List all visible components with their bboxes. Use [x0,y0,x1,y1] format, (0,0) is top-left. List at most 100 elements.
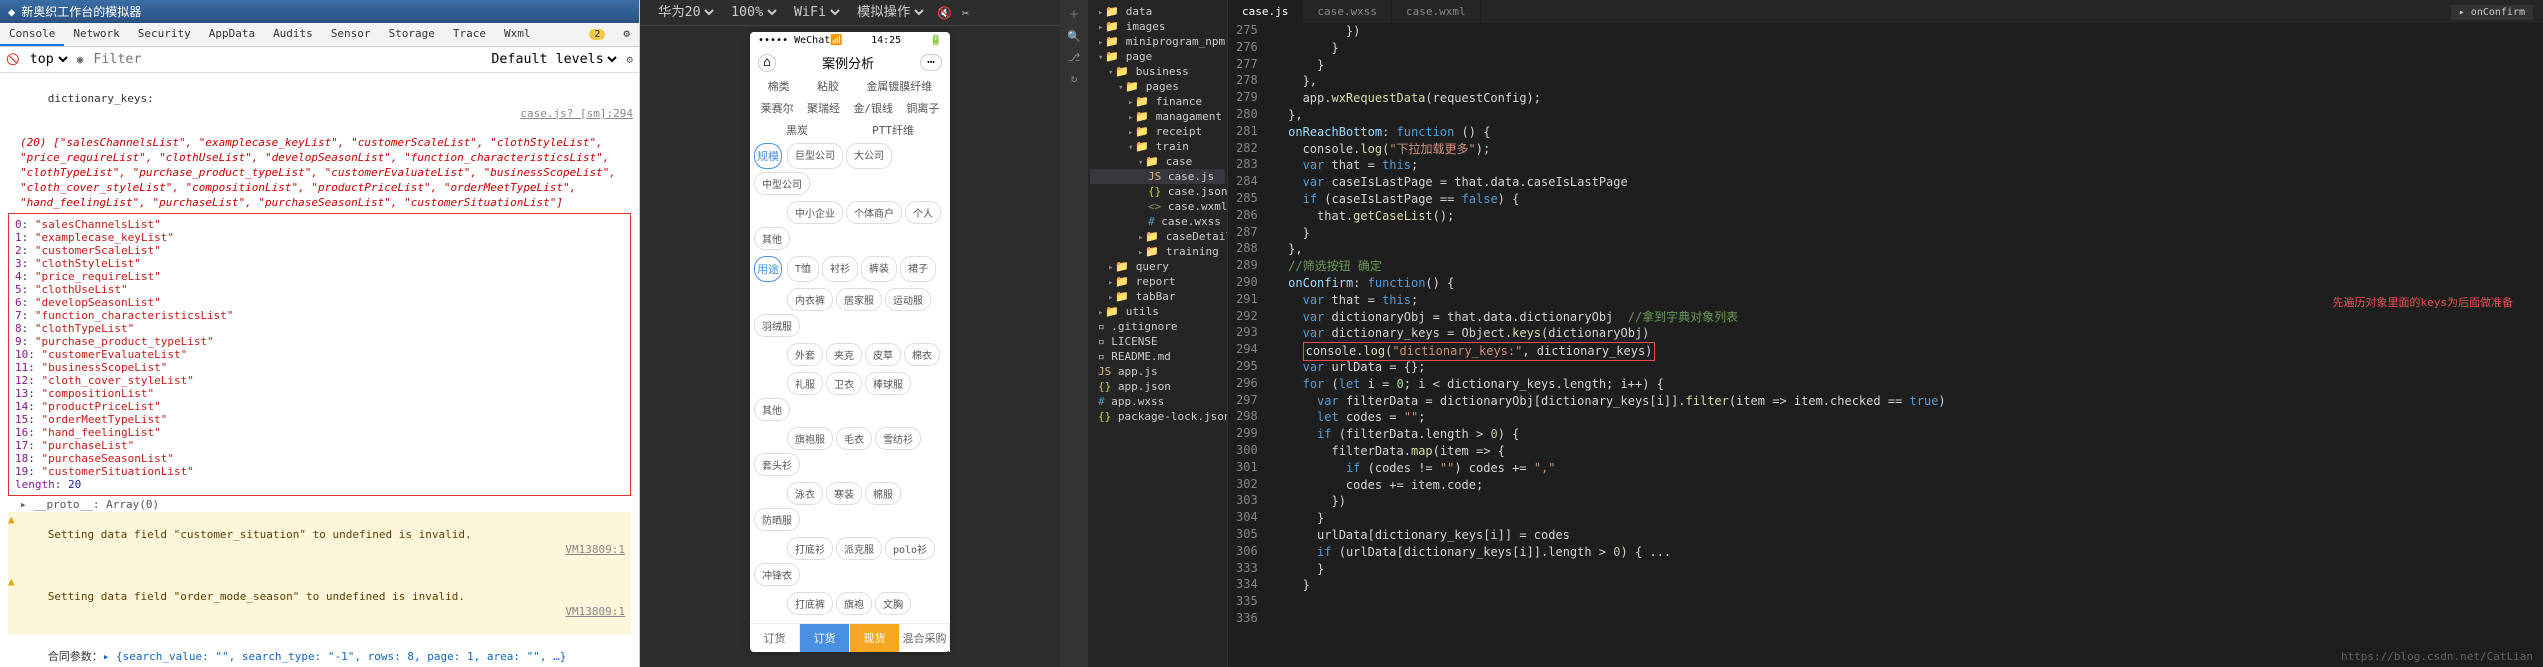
code-line[interactable]: codes += item.code; [1274,477,1946,494]
code-line[interactable]: for (let i = 0; i < dictionary_keys.leng… [1274,376,1946,393]
code-line[interactable]: var that = this; [1274,157,1946,174]
proto-line[interactable]: ▸ __proto__: Array(0) [8,498,631,513]
code-line[interactable]: } [1274,40,1946,57]
code-line[interactable]: onConfirm: function() { [1274,275,1946,292]
filter-pill[interactable]: 雪纺衫 [875,427,921,450]
filter-pill[interactable]: 防晒服 [754,508,800,531]
scope-select[interactable]: top [26,51,71,68]
tree-item-.gitignore[interactable]: ▫ .gitignore [1090,319,1225,334]
code-line[interactable]: }) [1274,23,1946,40]
tree-item-README.md[interactable]: ▫ README.md [1090,349,1225,364]
tree-item-case[interactable]: 📁 case [1090,154,1225,169]
code-line[interactable]: console.log("下拉加载更多"); [1274,141,1946,158]
code-line[interactable]: var dictionary_keys = Object.keys(dictio… [1274,325,1946,342]
filter-pill[interactable]: 其他 [754,398,790,421]
tree-item-LICENSE[interactable]: ▫ LICENSE [1090,334,1225,349]
tree-item-page[interactable]: 📁 page [1090,49,1225,64]
code-line[interactable]: } [1274,57,1946,74]
mute-icon[interactable]: 🔇 [937,6,952,20]
tab-security[interactable]: Security [129,23,200,46]
filter-pill[interactable]: 卫衣 [826,372,862,395]
settings-icon[interactable]: ⚙ [614,23,639,46]
code-line[interactable]: if (codes != "") codes += "," [1274,460,1946,477]
code-line[interactable]: console.log("dictionary_keys:", dictiona… [1274,342,1946,359]
tree-item-data[interactable]: 📁 data [1090,4,1225,19]
editor-tab[interactable]: case.wxss [1303,0,1392,23]
filter-pill[interactable]: 打底裤 [787,592,833,615]
bottom-tab-active[interactable]: 订货 [800,624,850,652]
tree-item-training[interactable]: 📁 training [1090,244,1225,259]
filter-pill[interactable]: 泳衣 [787,482,823,505]
filter-pill[interactable]: 个人 [905,201,941,224]
clear-icon[interactable]: 🚫 [6,53,20,66]
code-line[interactable]: var filterData = dictionaryObj[dictionar… [1274,393,1946,410]
tree-item-app.wxss[interactable]: # app.wxss [1090,394,1225,409]
category-item[interactable]: 黑炭 [786,122,808,138]
tree-item-miniprogram_npm[interactable]: 📁 miniprogram_npm [1090,34,1225,49]
tab-network[interactable]: Network [64,23,128,46]
tab-wxml[interactable]: Wxml [495,23,540,46]
filter-pill[interactable]: T恤 [787,256,819,282]
tree-item-tabBar[interactable]: 📁 tabBar [1090,289,1225,304]
category-item[interactable]: 莱赛尔 [761,100,794,116]
code-line[interactable]: }) [1274,493,1946,510]
tab-console[interactable]: Console [0,23,64,46]
filter-pill[interactable]: 毛衣 [836,427,872,450]
back-icon[interactable]: ⌂ [758,54,776,72]
filter-pill[interactable]: 中型公司 [754,172,810,195]
file-explorer[interactable]: 📁 data📁 images📁 miniprogram_npm📁 page📁 b… [1088,0,1228,667]
tree-item-caseDetail[interactable]: 📁 caseDetail [1090,229,1225,244]
editor-tab[interactable]: case.wxml [1392,0,1481,23]
bottom-tab[interactable]: 混合采购 [900,624,950,652]
code-line[interactable]: filterData.map(item => { [1274,443,1946,460]
code-line[interactable]: //筛选按钮 确定 [1274,258,1946,275]
filter-pill[interactable]: 套头衫 [754,453,800,476]
category-item[interactable]: PTT纤维 [872,122,914,138]
tree-item-case.json[interactable]: {} case.json [1090,184,1225,199]
source-link[interactable]: case.js? [sm]:294 [520,107,633,122]
tree-item-case.js[interactable]: JS case.js [1090,169,1225,184]
editor-tab[interactable]: case.js [1228,0,1303,23]
filter-pill[interactable]: 内衣裤 [787,288,833,311]
category-item[interactable]: 金属镀膜纤维 [866,78,932,94]
mode-select[interactable]: 模拟操作 [853,4,927,21]
console-output[interactable]: dictionary_keys: case.js? [sm]:294 (20) … [0,73,639,667]
code-line[interactable]: app.wxRequestData(requestConfig); [1274,90,1946,107]
menu-icon[interactable]: ⋯ [920,54,942,71]
filter-pill[interactable]: 文胸 [875,592,911,615]
filter-pill[interactable]: 旗袍 [836,592,872,615]
code-line[interactable]: } [1274,561,1946,578]
code-line[interactable]: } [1274,225,1946,242]
filter-pill[interactable]: 羽绒服 [754,314,800,337]
category-item[interactable]: 棉类 [768,78,790,94]
code-line[interactable]: if (filterData.length > 0) { [1274,426,1946,443]
code-lines[interactable]: }) } } }, app.wxRequestData(requestConfi… [1266,23,1954,667]
tab-sensor[interactable]: Sensor [322,23,380,46]
code-line[interactable]: }, [1274,241,1946,258]
filter-pill[interactable]: 棉衣 [904,343,940,366]
filter-pill[interactable]: 礼服 [787,372,823,395]
add-icon[interactable]: ＋ [1069,6,1080,22]
code-line[interactable] [1274,594,1946,611]
device-select[interactable]: 华为20 [654,4,717,21]
filter-pill[interactable]: 棉服 [865,482,901,505]
category-item[interactable]: 铜离子 [906,100,939,116]
tree-item-utils[interactable]: 📁 utils [1090,304,1225,319]
code-line[interactable]: that.getCaseList(); [1274,208,1946,225]
code-view[interactable]: 2752762772782792802812822832842852862872… [1228,23,2543,667]
eye-icon[interactable]: ◉ [77,53,84,66]
tab-appdata[interactable]: AppData [200,23,264,46]
code-line[interactable]: let codes = ""; [1274,409,1946,426]
code-line[interactable]: var caseIsLastPage = that.data.caseIsLas… [1274,174,1946,191]
tab-trace[interactable]: Trace [444,23,495,46]
code-line[interactable]: }, [1274,107,1946,124]
source-link[interactable]: VM13809:1 [565,543,625,558]
code-line[interactable]: } [1274,510,1946,527]
code-line[interactable]: }, [1274,73,1946,90]
filter-pill[interactable]: 居家服 [836,288,882,311]
code-line[interactable]: var urlData = {}; [1274,359,1946,376]
tree-item-app.js[interactable]: JS app.js [1090,364,1225,379]
tree-item-app.json[interactable]: {} app.json [1090,379,1225,394]
category-item[interactable]: 粘胶 [817,78,839,94]
code-line[interactable]: } [1274,577,1946,594]
